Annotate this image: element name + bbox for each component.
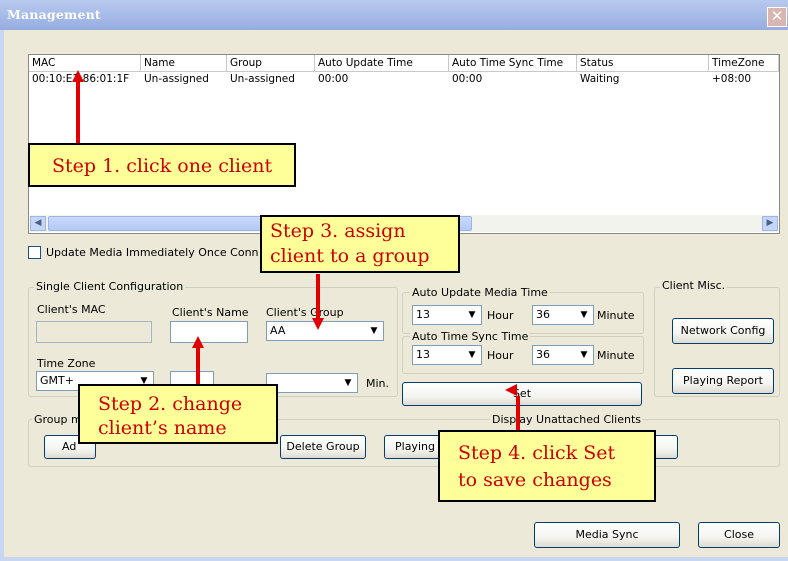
cell-auto-update-time: 00:00	[318, 73, 349, 85]
group-management-label: Group m	[32, 413, 84, 426]
network-config-button[interactable]: Network Config	[672, 318, 774, 344]
step4-note-line2: to save changes	[458, 469, 612, 491]
title-bar[interactable]: Management ✕	[0, 0, 788, 30]
client-name-field[interactable]	[170, 321, 248, 343]
playing-report-button[interactable]: Playing Report	[672, 368, 774, 394]
playing-button[interactable]: Playing	[384, 435, 440, 459]
cell-timezone: +08:00	[712, 73, 752, 85]
time-zone-value: GMT+	[40, 374, 74, 387]
column-header-name[interactable]: Name	[141, 55, 227, 72]
auto-update-minute-value: 36	[536, 308, 550, 321]
chevron-down-icon[interactable]: ▼	[464, 347, 480, 363]
scroll-left-icon[interactable]: ◀	[30, 216, 46, 231]
auto-update-media-label: Auto Update Media Time	[410, 286, 550, 299]
client-name-label: Client's Name	[172, 306, 249, 319]
update-media-label: Update Media Immediately Once Conn	[46, 246, 259, 259]
step4-arrowhead	[505, 384, 517, 396]
set-button[interactable]: Set	[402, 382, 642, 406]
auto-sync-minute-select[interactable]: 36 ▼	[532, 345, 594, 365]
chevron-down-icon[interactable]: ▼	[576, 347, 592, 363]
client-mac-field	[36, 321, 152, 343]
step4-arrow-shaft	[516, 396, 520, 430]
column-header-auto-update-time[interactable]: Auto Update Time	[315, 55, 449, 72]
column-header-timezone[interactable]: TimeZone	[709, 55, 779, 72]
scroll-right-icon[interactable]: ▶	[762, 216, 778, 231]
step3-note: Step 3. assign client to a group	[260, 215, 460, 273]
step1-note-text: Step 1. click one client	[52, 155, 273, 177]
chevron-down-icon[interactable]: ▼	[340, 375, 356, 391]
window-left-edge	[0, 30, 4, 561]
column-header-auto-time-sync-time[interactable]: Auto Time Sync Time	[449, 55, 577, 72]
chevron-down-icon[interactable]: ▼	[576, 307, 592, 323]
client-mac-label: Client's MAC	[37, 303, 106, 316]
update-media-checkbox[interactable]	[28, 246, 41, 259]
step1-arrow-shaft	[76, 80, 80, 144]
step2-note: Step 2. change client’s name	[78, 384, 278, 444]
time-zone-label: Time Zone	[37, 357, 96, 370]
time-zone-minute-select[interactable]: ▼	[266, 373, 358, 393]
auto-sync-hour-value: 13	[416, 348, 430, 361]
time-zone-min-label: Min.	[366, 377, 390, 390]
close-icon[interactable]: ✕	[767, 7, 787, 27]
auto-update-hour-select[interactable]: 13 ▼	[412, 305, 482, 325]
step3-arrowhead	[312, 318, 324, 330]
step2-note-line1: Step 2. change	[98, 393, 243, 415]
step4-note: Step 4. click Set to save changes	[438, 430, 656, 502]
auto-update-minute-label: Minute	[597, 309, 635, 322]
column-header-status[interactable]: Status	[577, 55, 709, 72]
step2-note-line2: client’s name	[98, 417, 227, 439]
media-sync-button[interactable]: Media Sync	[534, 522, 680, 548]
chevron-down-icon[interactable]: ▼	[366, 323, 382, 339]
auto-sync-minute-value: 36	[536, 348, 550, 361]
step2-arrow-shaft	[196, 346, 200, 384]
auto-update-hour-label: Hour	[487, 309, 514, 322]
chevron-down-icon[interactable]: ▼	[464, 307, 480, 323]
auto-time-sync-label: Auto Time Sync Time	[410, 330, 531, 343]
column-header-mac[interactable]: MAC	[29, 55, 141, 72]
step3-note-line1: Step 3. assign	[270, 220, 406, 242]
step1-note: Step 1. click one client	[28, 143, 296, 187]
step3-note-line2: client to a group	[270, 245, 430, 267]
auto-sync-minute-label: Minute	[597, 349, 635, 362]
cell-name: Un-assigned	[144, 73, 209, 85]
client-misc-label: Client Misc.	[660, 279, 728, 292]
column-header-group[interactable]: Group	[227, 55, 315, 72]
cell-group: Un-assigned	[230, 73, 295, 85]
client-group-label: Client's Group	[266, 306, 344, 319]
auto-update-minute-select[interactable]: 36 ▼	[532, 305, 594, 325]
display-unattached-label: Display Unattached Clients	[490, 413, 644, 426]
window-title: Management	[7, 7, 101, 22]
window-bottom-edge	[0, 557, 788, 561]
client-group-select[interactable]: AA ▼	[266, 321, 384, 341]
step4-note-line1: Step 4. click Set	[458, 442, 616, 464]
cell-status: Waiting	[580, 73, 620, 85]
management-dialog: Management ✕ MAC Name Group Auto Update …	[0, 0, 788, 561]
step1-arrowhead	[72, 70, 84, 82]
auto-sync-hour-select[interactable]: 13 ▼	[412, 345, 482, 365]
step3-arrow-shaft	[316, 274, 320, 318]
step2-arrowhead	[192, 336, 204, 348]
cell-auto-time-sync-time: 00:00	[452, 73, 483, 85]
auto-sync-hour-label: Hour	[487, 349, 514, 362]
delete-group-button[interactable]: Delete Group	[280, 435, 366, 459]
auto-update-hour-value: 13	[416, 308, 430, 321]
single-client-config-label: Single Client Configuration	[34, 280, 186, 293]
client-group-value: AA	[270, 324, 286, 337]
close-button[interactable]: Close	[698, 522, 780, 548]
